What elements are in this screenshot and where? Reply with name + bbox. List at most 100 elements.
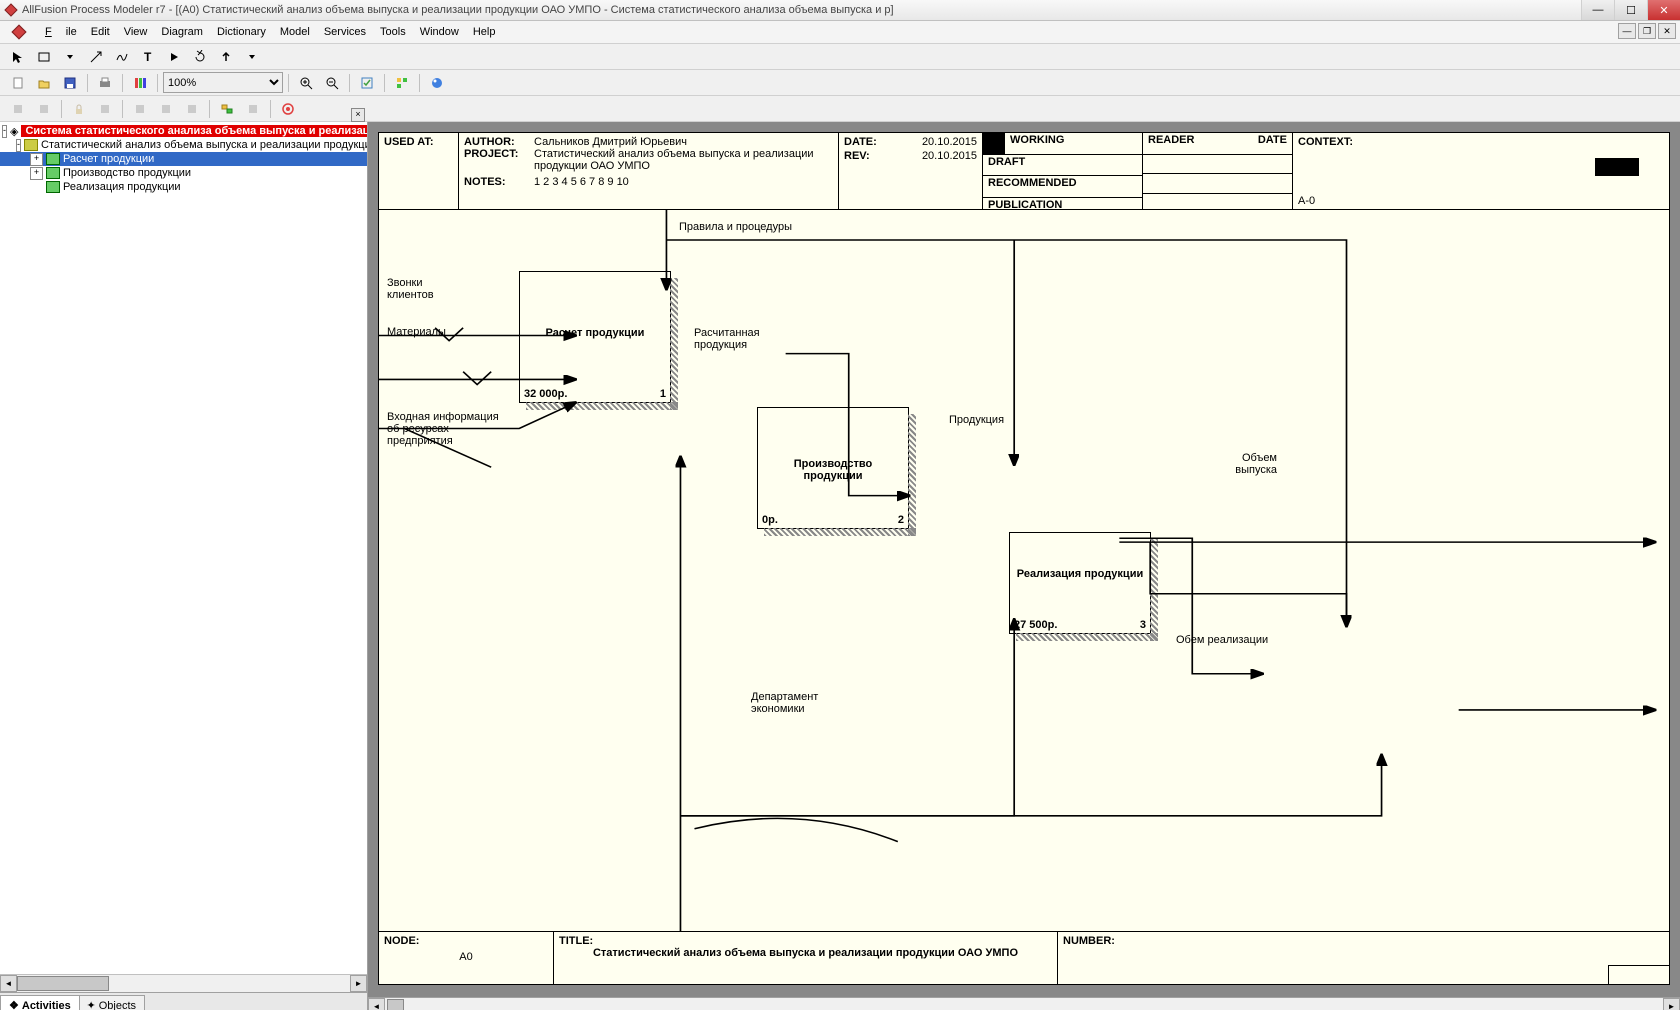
scroll-left-button[interactable]: ◄ <box>368 998 385 1010</box>
arrow-label[interactable]: Материалы <box>387 326 446 338</box>
mdi-minimize-button[interactable]: — <box>1618 23 1636 39</box>
tree-node[interactable]: Реализация продукции <box>63 181 181 193</box>
mdi-close-button[interactable]: ✕ <box>1658 23 1676 39</box>
menu-edit[interactable]: Edit <box>84 24 117 40</box>
notes-value: 1 2 3 4 5 6 7 8 9 10 <box>534 176 629 188</box>
activity-tool[interactable] <box>32 45 56 69</box>
pointer-tool[interactable] <box>6 45 30 69</box>
check-button[interactable] <box>355 71 379 95</box>
explorer-panel: × - ◈ Система статистического анализа об… <box>0 122 368 1010</box>
close-button[interactable]: ✕ <box>1647 0 1680 20</box>
menu-file[interactable]: File <box>38 24 84 40</box>
date-value: 20.10.2015 <box>922 136 977 148</box>
zoom-in-button[interactable] <box>294 71 318 95</box>
activity-icon <box>24 139 38 151</box>
model-button[interactable] <box>425 71 449 95</box>
zoom-out-button[interactable] <box>320 71 344 95</box>
activities-icon: ❖ <box>9 999 19 1010</box>
text-tool[interactable]: T <box>136 45 160 69</box>
svc-btn-7[interactable] <box>180 97 204 121</box>
menu-help[interactable]: Help <box>466 24 503 40</box>
menu-model[interactable]: Model <box>273 24 317 40</box>
diagram-canvas[interactable]: USED AT: AUTHOR:Сальников Дмитрий Юрьеви… <box>378 132 1670 985</box>
scroll-thumb[interactable] <box>17 976 109 991</box>
dropdown2-icon[interactable] <box>240 45 264 69</box>
diagram-area[interactable]: Расчет продукции 32 000р. 1 Производство… <box>379 209 1669 932</box>
diagram-viewport: USED AT: AUTHOR:Сальников Дмитрий Юрьеви… <box>368 122 1680 1010</box>
svc-btn-1[interactable] <box>6 97 30 121</box>
panel-close-button[interactable]: × <box>351 108 365 122</box>
idef0-footer: NODE:A0 TITLE:Статистический анализ объе… <box>379 931 1669 984</box>
menu-diagram[interactable]: Diagram <box>154 24 210 40</box>
print-button[interactable] <box>93 71 117 95</box>
open-button[interactable] <box>32 71 56 95</box>
menu-tools[interactable]: Tools <box>373 24 413 40</box>
minimize-button[interactable]: — <box>1581 0 1614 20</box>
squiggle-tool[interactable] <box>110 45 134 69</box>
tab-objects[interactable]: ✦Objects <box>77 995 145 1010</box>
expand-icon[interactable]: + <box>30 153 43 166</box>
tree-node[interactable]: Статистический анализ объема выпуска и р… <box>41 139 367 151</box>
working-marker <box>983 133 1005 154</box>
toolbar-services <box>0 96 1680 122</box>
menu-view[interactable]: View <box>117 24 155 40</box>
svc-btn-9[interactable] <box>241 97 265 121</box>
idef0-header: USED AT: AUTHOR:Сальников Дмитрий Юрьеви… <box>379 133 1669 210</box>
model-tree[interactable]: - ◈ Система статистического анализа объе… <box>0 122 367 974</box>
arrow-label[interactable]: Входная информация об ресурсах предприят… <box>387 411 507 447</box>
menu-services[interactable]: Services <box>317 24 373 40</box>
activity-box-2[interactable]: Производство продукции 0р. 2 <box>757 407 909 529</box>
new-button[interactable] <box>6 71 30 95</box>
arrow-label[interactable]: Продукция <box>949 414 1004 426</box>
lock-button[interactable] <box>67 97 91 121</box>
report-button[interactable] <box>128 71 152 95</box>
toolbar-standard: 100% <box>0 70 1680 96</box>
svc-btn-10[interactable] <box>276 97 300 121</box>
model-icon: ◈ <box>10 125 18 138</box>
dropdown-icon[interactable] <box>58 45 82 69</box>
tree-node-selected[interactable]: + Расчет продукции <box>0 152 367 166</box>
objects-icon: ✦ <box>86 999 95 1010</box>
svc-btn-4[interactable] <box>93 97 117 121</box>
mdi-restore-button[interactable]: ❐ <box>1638 23 1656 39</box>
zoom-select[interactable]: 100% <box>163 72 283 93</box>
menu-dictionary[interactable]: Dictionary <box>210 24 273 40</box>
expand-icon[interactable]: - <box>16 139 21 152</box>
scroll-right-button[interactable]: ► <box>1663 998 1680 1010</box>
maximize-button[interactable]: ☐ <box>1614 0 1647 20</box>
svc-btn-8[interactable] <box>215 97 239 121</box>
svc-btn-2[interactable] <box>32 97 56 121</box>
save-button[interactable] <box>58 71 82 95</box>
tree-toggle-button[interactable] <box>390 71 414 95</box>
arrow-label[interactable]: Звонки клиентов <box>387 277 447 301</box>
expand-icon[interactable]: + <box>30 167 43 180</box>
tree-hscrollbar[interactable]: ◄ ► <box>0 974 367 992</box>
up-tool[interactable] <box>214 45 238 69</box>
arrow-label[interactable]: Расчитанная продукция <box>694 327 774 351</box>
expand-icon[interactable]: - <box>2 125 7 138</box>
menu-window[interactable]: Window <box>413 24 466 40</box>
canvas-hscrollbar[interactable]: ◄ ► <box>368 997 1680 1010</box>
arrow-label[interactable]: Правила и процедуры <box>679 221 792 233</box>
activity-box-3[interactable]: Реализация продукции 27 500р. 3 <box>1009 532 1151 634</box>
arrow-tool[interactable] <box>84 45 108 69</box>
redo-tool[interactable] <box>188 45 212 69</box>
arrow-label[interactable]: Обем реализации <box>1176 634 1268 646</box>
arrow-label[interactable]: Департамент экономики <box>751 691 831 715</box>
tab-activities[interactable]: ❖Activities <box>0 995 80 1010</box>
diagram-title: Статистический анализ объема выпуска и р… <box>559 947 1052 959</box>
arrow-label[interactable]: Объем выпуска <box>1227 452 1277 476</box>
activity-box-1[interactable]: Расчет продукции 32 000р. 1 <box>519 271 671 403</box>
play-tool[interactable] <box>162 45 186 69</box>
activity-icon <box>46 167 60 179</box>
tree-root[interactable]: Система статистического анализа объема в… <box>21 125 367 137</box>
app-icon <box>4 3 18 17</box>
svc-btn-5[interactable] <box>128 97 152 121</box>
scroll-thumb[interactable] <box>387 999 404 1010</box>
svc-btn-6[interactable] <box>154 97 178 121</box>
explorer-tabs: ❖Activities ▦Diagrams ✦Objects <box>0 992 367 1010</box>
context-code: A-0 <box>1298 195 1315 207</box>
scroll-right-button[interactable]: ► <box>350 975 367 992</box>
tree-node[interactable]: Производство продукции <box>63 167 191 179</box>
scroll-left-button[interactable]: ◄ <box>0 975 17 992</box>
